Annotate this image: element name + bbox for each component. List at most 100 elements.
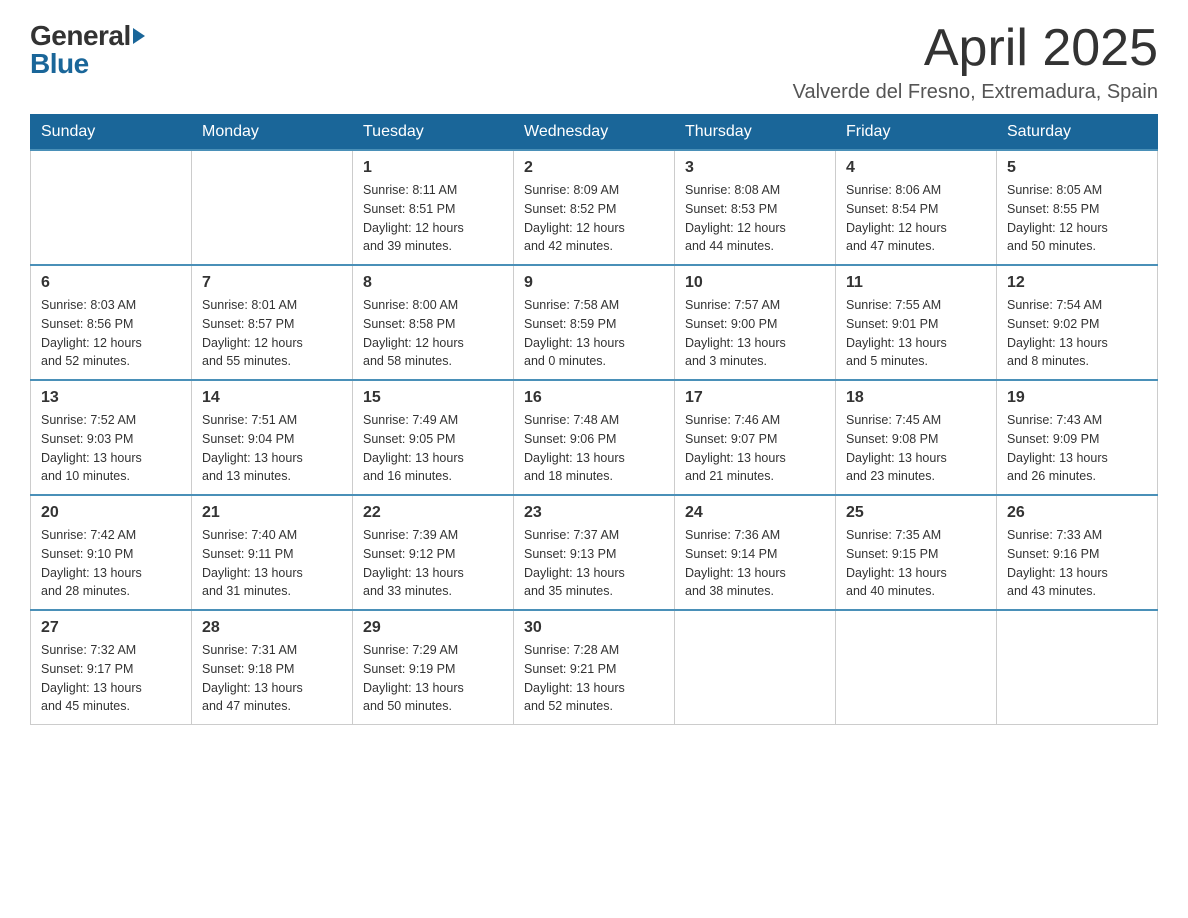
header-friday: Friday — [836, 115, 997, 151]
location-title: Valverde del Fresno, Extremadura, Spain — [793, 81, 1158, 104]
calendar-cell: 26 Sunrise: 7:33 AMSunset: 9:16 PMDayligh… — [997, 495, 1158, 610]
calendar-cell: 14 Sunrise: 7:51 AMSunset: 9:04 PMDayligh… — [192, 380, 353, 495]
cell-sun-info: Sunrise: 7:55 AMSunset: 9:01 PMDaylight:… — [846, 296, 986, 371]
calendar-cell — [192, 150, 353, 265]
cell-sun-info: Sunrise: 7:31 AMSunset: 9:18 PMDaylight:… — [202, 641, 342, 716]
cell-day-number: 2 — [524, 159, 664, 177]
cell-sun-info: Sunrise: 8:06 AMSunset: 8:54 PMDaylight:… — [846, 181, 986, 256]
calendar-cell — [836, 610, 997, 725]
logo-blue: Blue — [30, 50, 147, 78]
cell-sun-info: Sunrise: 8:03 AMSunset: 8:56 PMDaylight:… — [41, 296, 181, 371]
cell-day-number: 6 — [41, 274, 181, 292]
cell-sun-info: Sunrise: 8:08 AMSunset: 8:53 PMDaylight:… — [685, 181, 825, 256]
calendar-cell: 25Sunrise: 7:35 AMSunset: 9:15 PMDayligh… — [836, 495, 997, 610]
calendar-cell: 20 Sunrise: 7:42 AMSunset: 9:10 PMDayligh… — [31, 495, 192, 610]
calendar-cell: 24 Sunrise: 7:36 AMSunset: 9:14 PMDayligh… — [675, 495, 836, 610]
calendar-cell: 12Sunrise: 7:54 AMSunset: 9:02 PMDayligh… — [997, 265, 1158, 380]
calendar-cell — [31, 150, 192, 265]
header-tuesday: Tuesday — [353, 115, 514, 151]
cell-sun-info: Sunrise: 7:45 AMSunset: 9:08 PMDaylight:… — [846, 411, 986, 486]
cell-sun-info: Sunrise: 7:29 AMSunset: 9:19 PMDaylight:… — [363, 641, 503, 716]
logo: General Blue — [30, 20, 147, 78]
month-title: April 2025 — [793, 20, 1158, 77]
cell-sun-info: Sunrise: 7:40 AMSunset: 9:11 PMDaylight:… — [202, 526, 342, 601]
cell-sun-info: Sunrise: 7:48 AMSunset: 9:06 PMDaylight:… — [524, 411, 664, 486]
cell-sun-info: Sunrise: 7:43 AMSunset: 9:09 PMDaylight:… — [1007, 411, 1147, 486]
calendar-cell: 1 Sunrise: 8:11 AMSunset: 8:51 PMDaylight… — [353, 150, 514, 265]
calendar-cell: 27Sunrise: 7:32 AMSunset: 9:17 PMDayligh… — [31, 610, 192, 725]
cell-day-number: 19 — [1007, 389, 1147, 407]
calendar-cell: 2 Sunrise: 8:09 AMSunset: 8:52 PMDaylight… — [514, 150, 675, 265]
cell-day-number: 1 — [363, 159, 503, 177]
cell-day-number: 21 — [202, 504, 342, 522]
cell-sun-info: Sunrise: 8:00 AMSunset: 8:58 PMDaylight:… — [363, 296, 503, 371]
cell-sun-info: Sunrise: 7:39 AMSunset: 9:12 PMDaylight:… — [363, 526, 503, 601]
calendar-cell — [675, 610, 836, 725]
cell-day-number: 4 — [846, 159, 986, 177]
page-header: General Blue April 2025 Valverde del Fre… — [30, 20, 1158, 104]
calendar-cell: 7Sunrise: 8:01 AMSunset: 8:57 PMDaylight… — [192, 265, 353, 380]
calendar-cell: 16Sunrise: 7:48 AMSunset: 9:06 PMDayligh… — [514, 380, 675, 495]
cell-day-number: 18 — [846, 389, 986, 407]
calendar-cell: 15 Sunrise: 7:49 AMSunset: 9:05 PMDayligh… — [353, 380, 514, 495]
cell-day-number: 14 — [202, 389, 342, 407]
header-saturday: Saturday — [997, 115, 1158, 151]
cell-sun-info: Sunrise: 7:49 AMSunset: 9:05 PMDaylight:… — [363, 411, 503, 486]
logo-triangle-icon — [131, 20, 147, 48]
cell-day-number: 24 — [685, 504, 825, 522]
cell-sun-info: Sunrise: 7:33 AMSunset: 9:16 PMDaylight:… — [1007, 526, 1147, 601]
calendar-week-row: 6 Sunrise: 8:03 AMSunset: 8:56 PMDaylight… — [31, 265, 1158, 380]
cell-day-number: 26 — [1007, 504, 1147, 522]
cell-sun-info: Sunrise: 7:57 AMSunset: 9:00 PMDaylight:… — [685, 296, 825, 371]
cell-day-number: 10 — [685, 274, 825, 292]
header-thursday: Thursday — [675, 115, 836, 151]
calendar-cell: 18 Sunrise: 7:45 AMSunset: 9:08 PMDayligh… — [836, 380, 997, 495]
cell-day-number: 20 — [41, 504, 181, 522]
cell-day-number: 28 — [202, 619, 342, 637]
cell-day-number: 3 — [685, 159, 825, 177]
calendar-cell: 10 Sunrise: 7:57 AMSunset: 9:00 PMDayligh… — [675, 265, 836, 380]
cell-day-number: 30 — [524, 619, 664, 637]
cell-sun-info: Sunrise: 8:01 AMSunset: 8:57 PMDaylight:… — [202, 296, 342, 371]
calendar-week-row: 1 Sunrise: 8:11 AMSunset: 8:51 PMDaylight… — [31, 150, 1158, 265]
cell-day-number: 23 — [524, 504, 664, 522]
calendar-cell: 3 Sunrise: 8:08 AMSunset: 8:53 PMDaylight… — [675, 150, 836, 265]
calendar-cell: 30 Sunrise: 7:28 AMSunset: 9:21 PMDayligh… — [514, 610, 675, 725]
cell-sun-info: Sunrise: 7:42 AMSunset: 9:10 PMDaylight:… — [41, 526, 181, 601]
calendar-cell: 6 Sunrise: 8:03 AMSunset: 8:56 PMDaylight… — [31, 265, 192, 380]
cell-day-number: 13 — [41, 389, 181, 407]
calendar-week-row: 27Sunrise: 7:32 AMSunset: 9:17 PMDayligh… — [31, 610, 1158, 725]
calendar-cell: 17Sunrise: 7:46 AMSunset: 9:07 PMDayligh… — [675, 380, 836, 495]
calendar-cell: 23Sunrise: 7:37 AMSunset: 9:13 PMDayligh… — [514, 495, 675, 610]
header-sunday: Sunday — [31, 115, 192, 151]
cell-day-number: 25 — [846, 504, 986, 522]
calendar-week-row: 20 Sunrise: 7:42 AMSunset: 9:10 PMDayligh… — [31, 495, 1158, 610]
cell-sun-info: Sunrise: 7:28 AMSunset: 9:21 PMDaylight:… — [524, 641, 664, 716]
cell-sun-info: Sunrise: 8:09 AMSunset: 8:52 PMDaylight:… — [524, 181, 664, 256]
cell-sun-info: Sunrise: 7:36 AMSunset: 9:14 PMDaylight:… — [685, 526, 825, 601]
cell-day-number: 11 — [846, 274, 986, 292]
cell-day-number: 27 — [41, 619, 181, 637]
cell-day-number: 8 — [363, 274, 503, 292]
cell-sun-info: Sunrise: 8:05 AMSunset: 8:55 PMDaylight:… — [1007, 181, 1147, 256]
calendar-cell: 19 Sunrise: 7:43 AMSunset: 9:09 PMDayligh… — [997, 380, 1158, 495]
cell-sun-info: Sunrise: 7:52 AMSunset: 9:03 PMDaylight:… — [41, 411, 181, 486]
cell-sun-info: Sunrise: 7:51 AMSunset: 9:04 PMDaylight:… — [202, 411, 342, 486]
calendar-cell: 13 Sunrise: 7:52 AMSunset: 9:03 PMDayligh… — [31, 380, 192, 495]
calendar-table: SundayMondayTuesdayWednesdayThursdayFrid… — [30, 114, 1158, 725]
cell-day-number: 29 — [363, 619, 503, 637]
cell-day-number: 12 — [1007, 274, 1147, 292]
header-wednesday: Wednesday — [514, 115, 675, 151]
calendar-cell — [997, 610, 1158, 725]
header-monday: Monday — [192, 115, 353, 151]
title-area: April 2025 Valverde del Fresno, Extremad… — [793, 20, 1158, 104]
calendar-cell: 29 Sunrise: 7:29 AMSunset: 9:19 PMDayligh… — [353, 610, 514, 725]
calendar-cell: 9Sunrise: 7:58 AMSunset: 8:59 PMDaylight… — [514, 265, 675, 380]
cell-sun-info: Sunrise: 8:11 AMSunset: 8:51 PMDaylight:… — [363, 181, 503, 256]
logo-general: General — [30, 22, 147, 50]
cell-sun-info: Sunrise: 7:46 AMSunset: 9:07 PMDaylight:… — [685, 411, 825, 486]
calendar-cell: 4 Sunrise: 8:06 AMSunset: 8:54 PMDaylight… — [836, 150, 997, 265]
cell-day-number: 9 — [524, 274, 664, 292]
cell-day-number: 22 — [363, 504, 503, 522]
cell-day-number: 15 — [363, 389, 503, 407]
